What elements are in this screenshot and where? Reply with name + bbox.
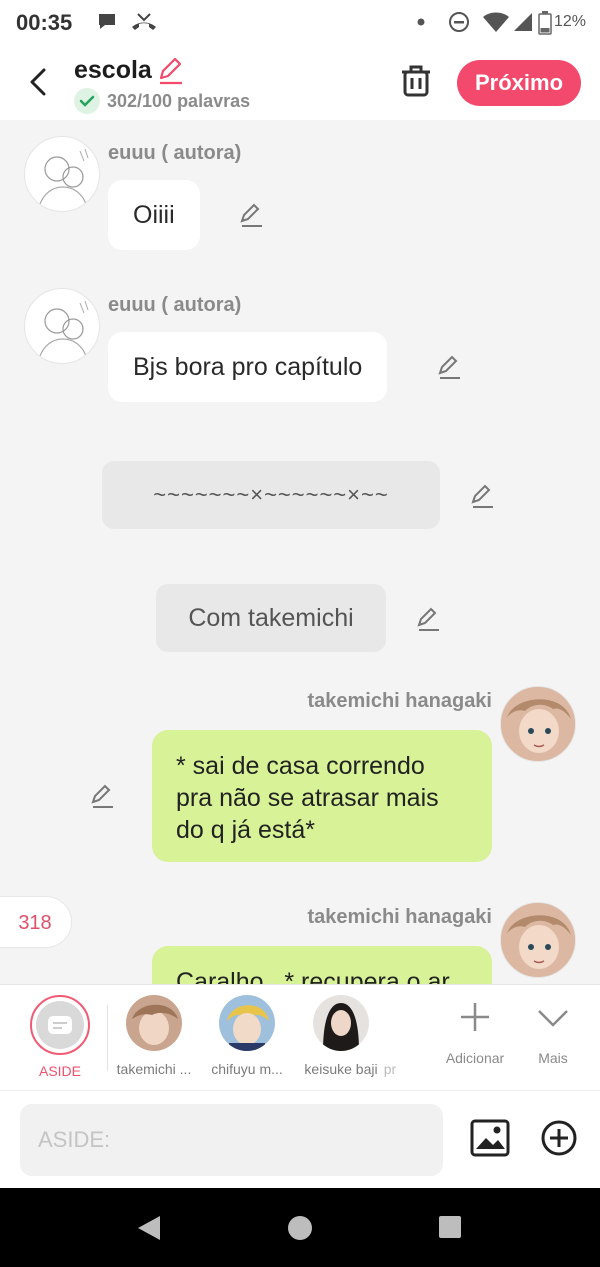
chevron-down-icon [538,1010,568,1027]
character-name: takemichi ... [116,1061,192,1077]
character-item[interactable]: takemichi ... [109,995,199,1077]
message-bubble[interactable]: Caralho.. * recupera o ar [152,946,492,984]
pencil-icon[interactable] [415,605,443,633]
image-icon[interactable] [470,1119,510,1157]
message-line: pra não se atrasar mais [176,784,439,812]
chat-area[interactable]: euuu ( autora) Oiiii euuu ( autora) Bjs … [0,120,600,984]
pencil-icon[interactable] [89,782,117,810]
status-bar: 00:35 12% [0,0,600,44]
pencil-icon[interactable] [238,201,266,229]
message-bubble[interactable]: * sai de casa correndo pra não se atrasa… [152,730,492,862]
avatar[interactable] [24,136,100,212]
divider [107,1005,108,1071]
missed-call-icon [132,13,156,30]
plus-icon [461,1003,489,1031]
nav-home-icon[interactable] [287,1215,313,1241]
pencil-icon[interactable] [436,353,464,381]
narration-bubble[interactable]: Com takemichi [156,584,386,652]
battery-icon [538,11,552,35]
message-bubble[interactable]: Oiiii [108,180,200,250]
sender-name: euuu ( autora) [108,142,242,164]
story-title[interactable]: escola [74,56,152,85]
counter-badge[interactable]: 318 [0,896,72,948]
word-count: 302/100 palavras [107,91,251,111]
sender-name: euuu ( autora) [108,294,242,316]
add-label: Adicionar [445,1050,505,1066]
avatar[interactable] [500,902,576,978]
trash-icon[interactable] [400,64,432,98]
aside-label: ASIDE [38,1063,81,1079]
message-bubble[interactable]: Bjs bora pro capítulo [108,332,388,402]
next-button[interactable]: Próximo [457,60,581,106]
status-time: 00:35 [16,10,73,35]
nav-back-icon[interactable] [136,1214,162,1242]
pencil-icon[interactable] [469,482,497,510]
header: escola 302/100 palavras Próximo [0,44,600,120]
character-item[interactable]: chifuyu m... [202,995,292,1077]
sender-name: takemichi hanagaki [307,906,492,928]
back-icon[interactable] [24,64,52,100]
chat-icon [99,14,115,29]
aside-button[interactable] [30,995,90,1055]
message-input[interactable] [20,1104,443,1176]
aside-icon [48,1016,72,1034]
add-character-button[interactable]: Adicionar [440,999,510,1066]
nav-recents-icon[interactable] [438,1215,462,1239]
avatar[interactable] [500,686,576,762]
battery-percent: 12% [553,13,586,30]
more-button[interactable]: Mais [524,999,582,1066]
character-strip: ASIDE takemichi ... chifuyu m... keisuke… [0,984,600,1090]
input-bar [0,1090,600,1188]
navigation-bar [0,1188,600,1267]
message-line: * sai de casa correndo [176,752,425,780]
sender-name: takemichi hanagaki [307,690,492,712]
dnd-icon [449,12,469,32]
plus-circle-icon[interactable] [540,1119,578,1157]
character-name: chifuyu m... [211,1061,283,1077]
more-label: Mais [538,1050,568,1066]
message-line: do q já está* [176,816,315,844]
character-name: pr [383,1061,397,1077]
character-item[interactable]: pr [372,995,408,1077]
narration-bubble[interactable]: ~~~~~~~×~~~~~~×~~ [102,461,440,529]
avatar [219,995,275,1051]
pencil-icon[interactable] [156,56,186,86]
signal-icon [514,13,532,31]
avatar[interactable] [24,288,100,364]
dot-icon [417,18,425,26]
avatar [313,995,369,1051]
avatar [126,995,182,1051]
check-icon [74,88,100,114]
wifi-icon [483,12,509,32]
